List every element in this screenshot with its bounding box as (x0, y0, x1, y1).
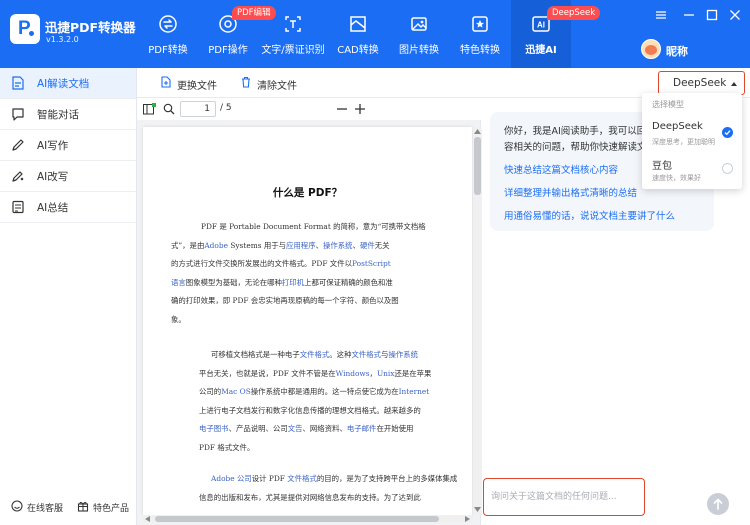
nav-ocr[interactable]: 文字/票证识别 (261, 0, 325, 68)
menu-icon[interactable] (655, 9, 667, 21)
gift-icon (77, 501, 89, 512)
image-icon (411, 17, 427, 31)
scroll-right-icon[interactable] (465, 516, 470, 522)
sidebar: AI解读文档 智能对话 AI写作 AI改写 AI总结 (0, 68, 137, 525)
close-icon[interactable] (729, 9, 741, 21)
doc-paragraph-1: PDF 是 Portable Document Format 的简称，意为“可携… (171, 222, 426, 324)
avatar[interactable] (641, 39, 661, 59)
app-logo: P (10, 14, 40, 44)
greeting-line: 你好，我是AI阅读助手，我可以回 (504, 126, 647, 137)
summary-icon (12, 200, 24, 214)
nav-xunjie-ai[interactable]: AI 迅捷AI DeepSeek (511, 0, 601, 68)
sidebar-item-label: AI总结 (37, 202, 69, 214)
thumbnail-icon[interactable] (143, 103, 156, 115)
doc-title: 什么是 PDF？ (272, 187, 343, 199)
suggestion-simple[interactable]: 用通俗易懂的话，说说文档主要讲了什么 (504, 208, 675, 222)
nav-special[interactable]: 特色转换 (450, 0, 510, 68)
page-total: / 5 (220, 103, 232, 113)
file-plus-icon (161, 76, 171, 88)
radio-unchecked-icon[interactable] (722, 163, 733, 174)
horizontal-scrollbar[interactable] (143, 515, 473, 523)
radio-checked-icon[interactable] (722, 127, 733, 138)
chat-icon (12, 108, 24, 121)
user-nickname[interactable]: 昵称 (666, 43, 688, 59)
model-select-value: DeepSeek (673, 77, 727, 89)
page-number-input[interactable] (180, 101, 216, 117)
dropdown-title: 选择模型 (652, 100, 684, 109)
maximize-icon[interactable] (706, 9, 718, 21)
sidebar-item-ai-summary[interactable]: AI总结 (0, 192, 136, 222)
sidebar-item-label: AI解读文档 (37, 78, 90, 90)
nav-pdf-operate[interactable]: PDF操作 PDF编辑 (198, 0, 276, 68)
chat-input-placeholder: 询问关于这篇文档的任何问题... (491, 492, 617, 502)
caret-up-icon (731, 82, 737, 86)
model-select[interactable]: DeepSeek (658, 71, 745, 95)
doc-paragraph-3: Adobe 公司设计 PDF 文件格式的目的，是为了支持跨平台上的多媒体集成 信… (199, 474, 458, 502)
greeting-line: 容相关的问题，帮助你快速解读文 (504, 142, 647, 153)
pen-icon (12, 139, 24, 151)
scroll-up-icon[interactable] (474, 129, 481, 134)
arrow-up-icon (713, 498, 723, 510)
suggestion-detailed[interactable]: 详细整理并输出格式清晰的总结 (504, 185, 637, 199)
zoom-in-icon[interactable] (354, 103, 366, 115)
nav-label: 迅捷AI (525, 45, 557, 56)
pdf-convert-icon (159, 15, 177, 33)
scrollbar-thumb[interactable] (155, 516, 439, 522)
sidebar-item-label: AI改写 (37, 171, 69, 183)
nav-image[interactable]: 图片转换 (389, 0, 449, 68)
search-icon[interactable] (163, 103, 175, 115)
app-name: 迅捷PDF转换器 (45, 20, 136, 35)
sidebar-item-label: AI写作 (37, 140, 69, 152)
sidebar-item-label: 智能对话 (37, 109, 79, 121)
document-ai-icon (12, 76, 24, 90)
title-bar: P 迅捷PDF转换器 v1.3.2.0 PDF转换 PDF操作 PDF编辑 文字… (0, 0, 750, 68)
deepseek-badge: DeepSeek (547, 6, 601, 20)
scrollbar-thumb[interactable] (474, 137, 481, 195)
pdf-page[interactable]: 什么是 PDF？ PDF 是 Portable Document Format … (143, 127, 472, 515)
rewrite-icon (12, 171, 24, 182)
model-dropdown: 选择模型 DeepSeek 深度思考，更加聪明 豆包 速度快，效果好 (642, 93, 742, 189)
star-icon (472, 16, 488, 32)
trash-icon (242, 76, 250, 88)
app-version: v1.3.2.0 (46, 35, 79, 44)
svg-text:AI: AI (537, 21, 545, 30)
sidebar-item-ai-rewrite[interactable]: AI改写 (0, 161, 136, 191)
sidebar-item-smart-chat[interactable]: 智能对话 (0, 99, 136, 129)
headset-icon (11, 500, 23, 512)
nav-cad[interactable]: CAD转换 (328, 0, 388, 68)
nav-pdf-convert[interactable]: PDF转换 (138, 0, 198, 68)
ocr-icon (285, 16, 301, 32)
send-button[interactable] (707, 493, 729, 515)
scroll-down-icon[interactable] (474, 507, 481, 512)
vertical-scrollbar[interactable] (473, 127, 482, 515)
sidebar-item-ai-read[interactable]: AI解读文档 (0, 68, 136, 98)
zoom-out-icon[interactable] (336, 103, 348, 115)
model-option-deepseek[interactable]: DeepSeek 深度思考，更加聪明 (642, 117, 742, 149)
chat-input[interactable]: 询问关于这篇文档的任何问题... (483, 478, 645, 516)
cad-icon (350, 16, 366, 32)
minimize-icon[interactable] (683, 9, 695, 21)
sidebar-item-ai-write[interactable]: AI写作 (0, 130, 136, 160)
suggestion-summary[interactable]: 快速总结这篇文档核心内容 (504, 162, 618, 176)
scroll-left-icon[interactable] (145, 516, 150, 522)
doc-paragraph-2: 可移植文档格式是一种电子文件格式。这种文件格式与操作系统 平台无关，也就是说，P… (199, 350, 432, 452)
model-option-doubao[interactable]: 豆包 速度快，效果好 (642, 153, 742, 185)
